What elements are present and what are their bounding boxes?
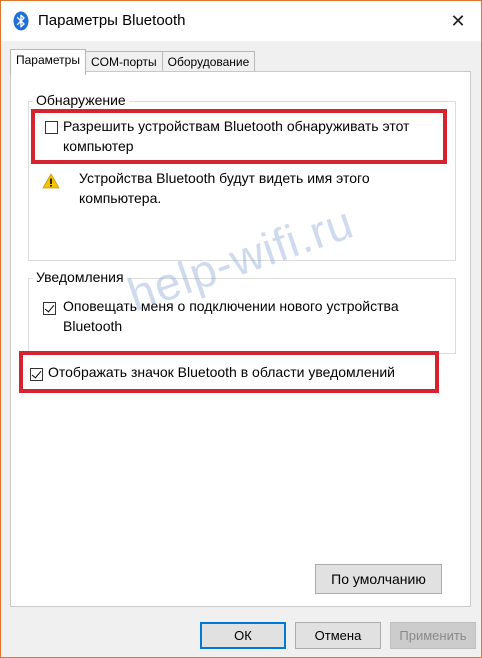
close-icon: ✕ — [450, 10, 466, 31]
notify-connect-checkbox[interactable] — [43, 302, 56, 315]
bluetooth-icon — [13, 11, 29, 31]
allow-discovery-checkbox[interactable] — [45, 121, 58, 134]
show-tray-icon-label[interactable]: Отображать значок Bluetooth в области ув… — [48, 362, 434, 382]
tab-bar: Параметры COM-порты Оборудование — [10, 49, 256, 75]
tab-panel-parameters: Обнаружение Разрешить устройствам Blueto… — [10, 71, 471, 607]
apply-button[interactable]: Применить — [390, 622, 476, 649]
warning-text: Устройства Bluetooth будут видеть имя эт… — [79, 170, 370, 206]
show-tray-icon-checkbox[interactable] — [30, 368, 43, 381]
tab-parameters[interactable]: Параметры — [10, 49, 86, 75]
bluetooth-settings-window: Параметры Bluetooth ✕ Параметры COM-порт… — [0, 0, 482, 658]
notify-connect-label[interactable]: Оповещать меня о подключении нового устр… — [63, 296, 443, 336]
cancel-button[interactable]: Отмена — [295, 622, 381, 649]
allow-discovery-label[interactable]: Разрешить устройствам Bluetooth обнаружи… — [63, 116, 433, 156]
restore-defaults-button[interactable]: По умолчанию — [315, 564, 442, 594]
ok-button[interactable]: ОК — [200, 622, 286, 649]
warning-icon — [42, 173, 60, 189]
notifications-group-title: Уведомления — [33, 269, 127, 285]
discovery-group-title: Обнаружение — [33, 92, 129, 108]
close-button[interactable]: ✕ — [435, 1, 481, 41]
title-bar[interactable]: Параметры Bluetooth ✕ — [1, 1, 481, 41]
window-title: Параметры Bluetooth — [38, 12, 186, 29]
